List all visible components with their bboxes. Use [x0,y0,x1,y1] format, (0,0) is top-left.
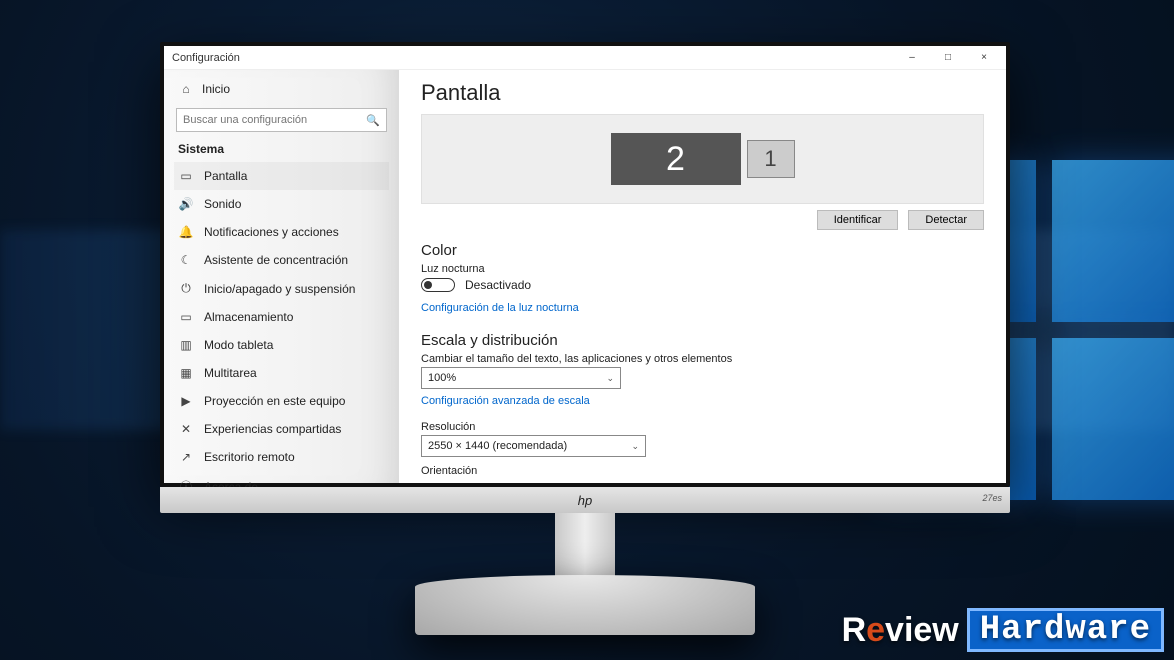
monitor-stand-neck [555,513,615,583]
chevron-down-icon: ⌄ [631,441,639,452]
display-icon: ▭ [178,169,194,183]
monitor-screen: Configuración – □ × ⌂ Inicio 🔍 [164,46,1006,483]
toggle-state-label: Desactivado [465,278,531,292]
close-icon: × [981,52,987,63]
minimize-icon: – [909,52,915,63]
monitor-frame: Configuración – □ × ⌂ Inicio 🔍 [160,42,1010,487]
resolution-value: 2550 × 1440 (recomendada) [428,440,567,452]
sidebar-item-label: Asistente de concentración [204,253,348,267]
main-content: Pantalla 2 1 Identificar Detectar Color … [399,70,1006,483]
power-icon: ⏻ [178,281,194,296]
night-light-settings-link[interactable]: Configuración de la luz nocturna [421,302,579,314]
search-input-wrapper[interactable]: 🔍 [176,108,387,132]
sidebar-item-label: Multitarea [204,366,257,380]
home-label: Inicio [202,82,230,96]
remote-icon: ↗ [178,450,194,464]
sidebar-item-almacenamiento[interactable]: ▭ Almacenamiento [174,303,389,331]
multitask-icon: ▦ [178,366,194,380]
settings-window: Configuración – □ × ⌂ Inicio 🔍 [164,46,1006,483]
display-box-1[interactable]: 1 [747,140,795,178]
watermark-logo: Review Hardware [842,608,1164,652]
sidebar-item-label: Proyección en este equipo [204,394,345,408]
sidebar-item-proyeccion[interactable]: ▶ Proyección en este equipo [174,387,389,415]
sidebar: ⌂ Inicio 🔍 Sistema ▭ Pantalla 🔊 Soni [164,70,399,483]
storage-icon: ▭ [178,310,194,324]
sidebar-item-label: Modo tableta [204,338,273,352]
sound-icon: 🔊 [178,197,194,211]
display-box-2[interactable]: 2 [611,133,741,185]
night-light-label: Luz nocturna [421,263,984,275]
moon-icon: ☾ [178,253,194,267]
home-link[interactable]: ⌂ Inicio [174,76,389,102]
maximize-icon: □ [945,52,951,63]
sidebar-item-label: Notificaciones y acciones [204,225,339,239]
search-input[interactable] [183,114,366,126]
orientation-label: Orientación [421,465,984,477]
advanced-scaling-link[interactable]: Configuración avanzada de escala [421,395,590,407]
page-title: Pantalla [421,80,984,106]
sidebar-item-label: Sonido [204,197,241,211]
titlebar: Configuración – □ × [164,46,1006,70]
resolution-label: Resolución [421,421,984,433]
bell-icon: 🔔 [178,225,194,239]
watermark-review: Review [842,611,959,650]
identify-button[interactable]: Identificar [817,210,899,230]
monitor-stand-base [415,575,755,635]
sidebar-item-inicio-apagado[interactable]: ⏻ Inicio/apagado y suspensión [174,274,389,303]
maximize-button[interactable]: □ [930,47,966,69]
sidebar-item-label: Almacenamiento [204,310,293,324]
home-icon: ⌂ [178,82,194,96]
detect-button[interactable]: Detectar [908,210,984,230]
chevron-down-icon: ⌄ [606,373,614,384]
sidebar-item-notificaciones[interactable]: 🔔 Notificaciones y acciones [174,218,389,246]
nav-group-title: Sistema [178,142,385,156]
night-light-toggle[interactable] [421,278,455,292]
color-section-title: Color [421,242,984,259]
sidebar-item-pantalla[interactable]: ▭ Pantalla [174,162,389,190]
sidebar-item-label: Escritorio remoto [204,450,295,464]
scale-section-title: Escala y distribución [421,332,984,349]
shared-icon: ✕ [178,422,194,436]
sidebar-item-tableta[interactable]: ▥ Modo tableta [174,331,389,359]
text-size-label: Cambiar el tamaño del texto, las aplicac… [421,353,984,365]
sidebar-item-sonido[interactable]: 🔊 Sonido [174,190,389,218]
sidebar-item-label: Experiencias compartidas [204,422,341,436]
close-button[interactable]: × [966,47,1002,69]
projection-icon: ▶ [178,394,194,408]
sidebar-item-label: Pantalla [204,169,247,183]
sidebar-item-escritorio-remoto[interactable]: ↗ Escritorio remoto [174,443,389,471]
scale-value: 100% [428,372,456,384]
scale-select[interactable]: 100% ⌄ [421,367,621,389]
watermark-hardware: Hardware [967,608,1164,652]
display-arrangement[interactable]: 2 1 [421,114,984,204]
sidebar-item-experiencias[interactable]: ✕ Experiencias compartidas [174,415,389,443]
window-title: Configuración [172,52,240,64]
monitor-chin: hp 27es [160,487,1010,513]
sidebar-item-label: Inicio/apagado y suspensión [204,282,355,296]
sidebar-item-multitarea[interactable]: ▦ Multitarea [174,359,389,387]
minimize-button[interactable]: – [894,47,930,69]
monitor-model: 27es [982,493,1002,503]
search-icon: 🔍 [366,114,380,127]
tablet-icon: ▥ [178,338,194,352]
resolution-select[interactable]: 2550 × 1440 (recomendada) ⌄ [421,435,646,457]
sidebar-item-asistente[interactable]: ☾ Asistente de concentración [174,246,389,274]
monitor-brand: hp [578,493,592,508]
